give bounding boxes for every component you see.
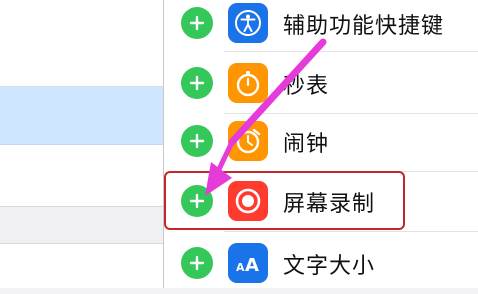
list-item: 闹钟 <box>164 110 478 172</box>
left-row[interactable] <box>0 244 163 288</box>
left-row-selected[interactable] <box>0 87 163 145</box>
section-gap <box>0 207 163 244</box>
stopwatch-icon <box>228 63 268 103</box>
svg-text:A: A <box>245 255 259 276</box>
highlight-box <box>164 171 405 230</box>
plus-icon[interactable] <box>181 7 213 39</box>
left-settings-panel <box>0 0 163 288</box>
plus-icon[interactable] <box>181 67 213 99</box>
left-row[interactable] <box>0 30 163 87</box>
item-label: 闹钟 <box>283 132 330 157</box>
item-label: 秒表 <box>283 74 330 99</box>
left-row[interactable] <box>0 0 163 31</box>
accessibility-icon <box>228 3 268 43</box>
alarm-clock-icon <box>228 121 268 161</box>
plus-icon[interactable] <box>181 125 213 157</box>
plus-icon[interactable] <box>181 247 213 279</box>
left-row[interactable] <box>0 145 163 207</box>
list-item: A A 文字大小 <box>164 232 478 294</box>
list-item: 秒表 <box>164 52 478 114</box>
svg-text:A: A <box>236 261 245 274</box>
item-label: 文字大小 <box>283 254 376 279</box>
more-controls-list: 辅助功能快捷键 秒表 闹钟 屏幕录制 A A 文字大小 <box>164 0 478 288</box>
text-size-icon: A A <box>228 243 268 283</box>
item-label: 辅助功能快捷键 <box>283 14 445 39</box>
list-item: 辅助功能快捷键 <box>164 0 478 52</box>
